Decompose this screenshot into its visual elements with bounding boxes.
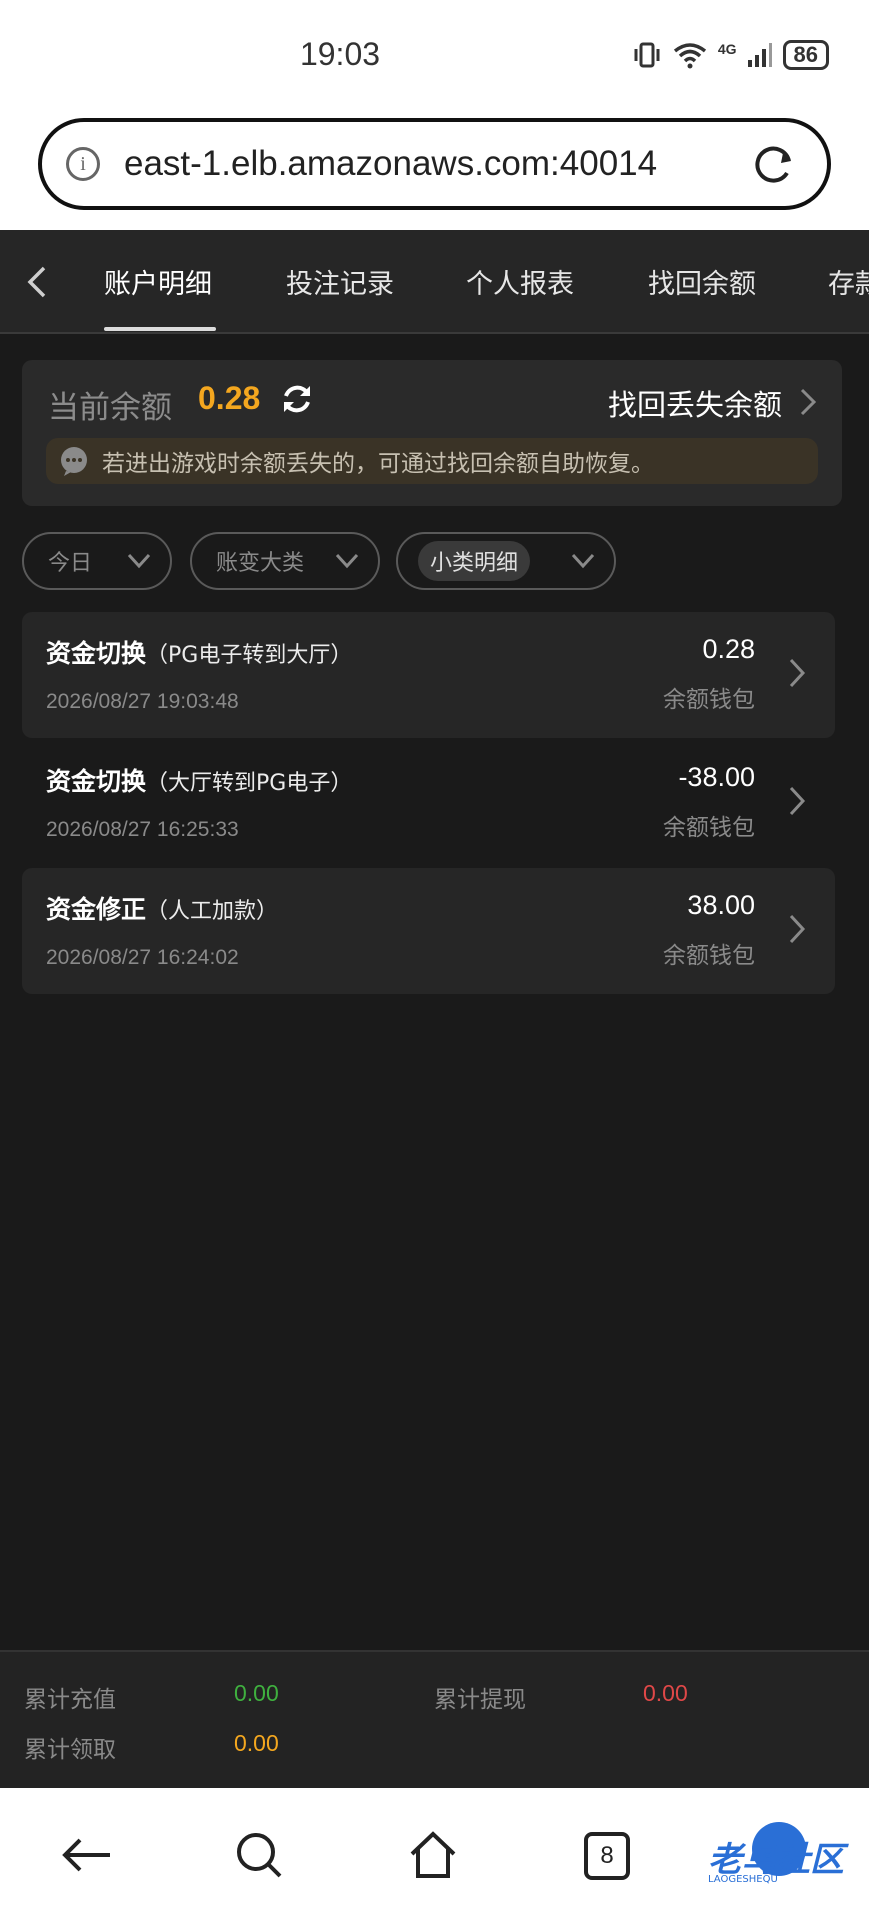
account-tabs: 账户明细 投注记录 个人报表 找回余额 存款	[0, 230, 869, 334]
chevron-down-icon	[335, 553, 359, 569]
network-type: 4G	[717, 41, 737, 57]
record-time: 2026/08/27 16:25:33	[46, 818, 239, 841]
record-wallet: 余额钱包	[663, 943, 755, 969]
address-bar[interactable]: i east-1.elb.amazonaws.com:40014	[38, 118, 831, 210]
subcategory-filter-label: 小类明细	[418, 541, 531, 581]
balance-label: 当前余额	[48, 390, 172, 426]
total-recharge-value: 0.00	[234, 1680, 279, 1706]
balance-notice: 若进出游戏时余额丢失的，可通过找回余额自助恢复。	[46, 438, 818, 484]
watermark-subtext: LAOGESHEQU	[708, 1874, 778, 1885]
active-tab-indicator	[104, 327, 216, 331]
signal-icon	[747, 43, 772, 67]
chevron-right-icon	[789, 786, 806, 816]
status-icons: 4G 86	[632, 40, 829, 70]
record-title: 资金切换（PG电子转到大厅）	[46, 639, 353, 668]
vibrate-icon	[634, 42, 660, 68]
record-item[interactable]: 资金修正（人工加款） 2026/08/27 16:24:02 38.00 余额钱…	[22, 868, 835, 994]
tab-personal-report[interactable]: 个人报表	[466, 262, 574, 301]
url-text[interactable]: east-1.elb.amazonaws.com:40014	[124, 144, 749, 184]
reload-icon[interactable]	[749, 139, 799, 189]
back-chevron-icon[interactable]	[22, 262, 52, 302]
record-title: 资金修正（人工加款）	[46, 895, 279, 924]
tab-account-details[interactable]: 账户明细	[104, 262, 212, 301]
chevron-down-icon	[127, 553, 151, 569]
status-time: 19:03	[299, 36, 381, 72]
recover-lost-balance-link[interactable]: 找回丢失余额	[608, 382, 782, 424]
date-filter-label: 今日	[48, 551, 93, 576]
balance-value: 0.28	[198, 380, 261, 416]
browser-toolbar: i east-1.elb.amazonaws.com:40014	[0, 108, 869, 230]
watermark-logo: 老鸟社区 LAOGESHEQU	[672, 1818, 862, 1898]
total-claim-value: 0.00	[234, 1730, 279, 1756]
chevron-right-icon	[789, 914, 806, 944]
record-detail: （人工加款）	[146, 899, 279, 924]
record-wallet: 余额钱包	[663, 815, 755, 841]
tabs-count-button[interactable]: 8	[584, 1832, 630, 1880]
chevron-right-icon	[789, 658, 806, 688]
status-bar: 19:03 4G 86	[0, 0, 869, 108]
total-recharge-label: 累计充值	[24, 1687, 116, 1713]
record-amount: 0.28	[702, 634, 755, 664]
record-detail: （大厅转到PG电子）	[146, 771, 353, 796]
site-info-icon[interactable]: i	[66, 147, 100, 181]
back-arrow-icon[interactable]	[60, 1828, 114, 1882]
wifi-icon	[673, 43, 706, 69]
record-item[interactable]: 资金切换（PG电子转到大厅） 2026/08/27 19:03:48 0.28 …	[22, 612, 835, 738]
browser-nav-bar: 8 老鸟社区 LAOGESHEQU	[0, 1788, 869, 1920]
tab-bet-records[interactable]: 投注记录	[286, 262, 394, 301]
chevron-down-icon	[571, 553, 595, 569]
total-claim-label: 累计领取	[24, 1737, 116, 1763]
refresh-balance-icon[interactable]	[278, 380, 316, 418]
record-amount: 38.00	[687, 890, 755, 920]
home-icon[interactable]	[406, 1828, 460, 1882]
notice-text: 若进出游戏时余额丢失的，可通过找回余额自助恢复。	[102, 451, 654, 477]
record-time: 2026/08/27 16:24:02	[46, 946, 239, 969]
total-withdraw-value: 0.00	[643, 1680, 688, 1706]
chevron-right-icon[interactable]	[798, 386, 818, 418]
subcategory-filter[interactable]: 小类明细	[396, 532, 616, 590]
search-icon[interactable]	[232, 1828, 286, 1882]
category-filter-label: 账变大类	[216, 551, 305, 576]
date-filter[interactable]: 今日	[22, 532, 172, 590]
record-time: 2026/08/27 19:03:48	[46, 690, 239, 713]
record-title: 资金切换（大厅转到PG电子）	[46, 767, 353, 796]
record-detail: （PG电子转到大厅）	[146, 643, 353, 668]
tab-recover-balance[interactable]: 找回余额	[648, 262, 756, 301]
record-amount: -38.00	[678, 762, 755, 792]
category-filter[interactable]: 账变大类	[190, 532, 380, 590]
battery-indicator: 86	[782, 40, 829, 70]
message-icon	[61, 447, 87, 476]
tab-deposit[interactable]: 存款	[828, 262, 869, 301]
record-item[interactable]: 资金切换（大厅转到PG电子） 2026/08/27 16:25:33 -38.0…	[22, 740, 835, 866]
record-wallet: 余额钱包	[663, 687, 755, 713]
balance-card: 当前余额 0.28 找回丢失余额 若进出游戏时余额丢失的，可通过找回余额自助恢复…	[22, 360, 842, 506]
summary-footer: 累计充值 0.00 累计提现 0.00 累计领取 0.00	[0, 1650, 869, 1788]
total-withdraw-label: 累计提现	[434, 1687, 526, 1713]
